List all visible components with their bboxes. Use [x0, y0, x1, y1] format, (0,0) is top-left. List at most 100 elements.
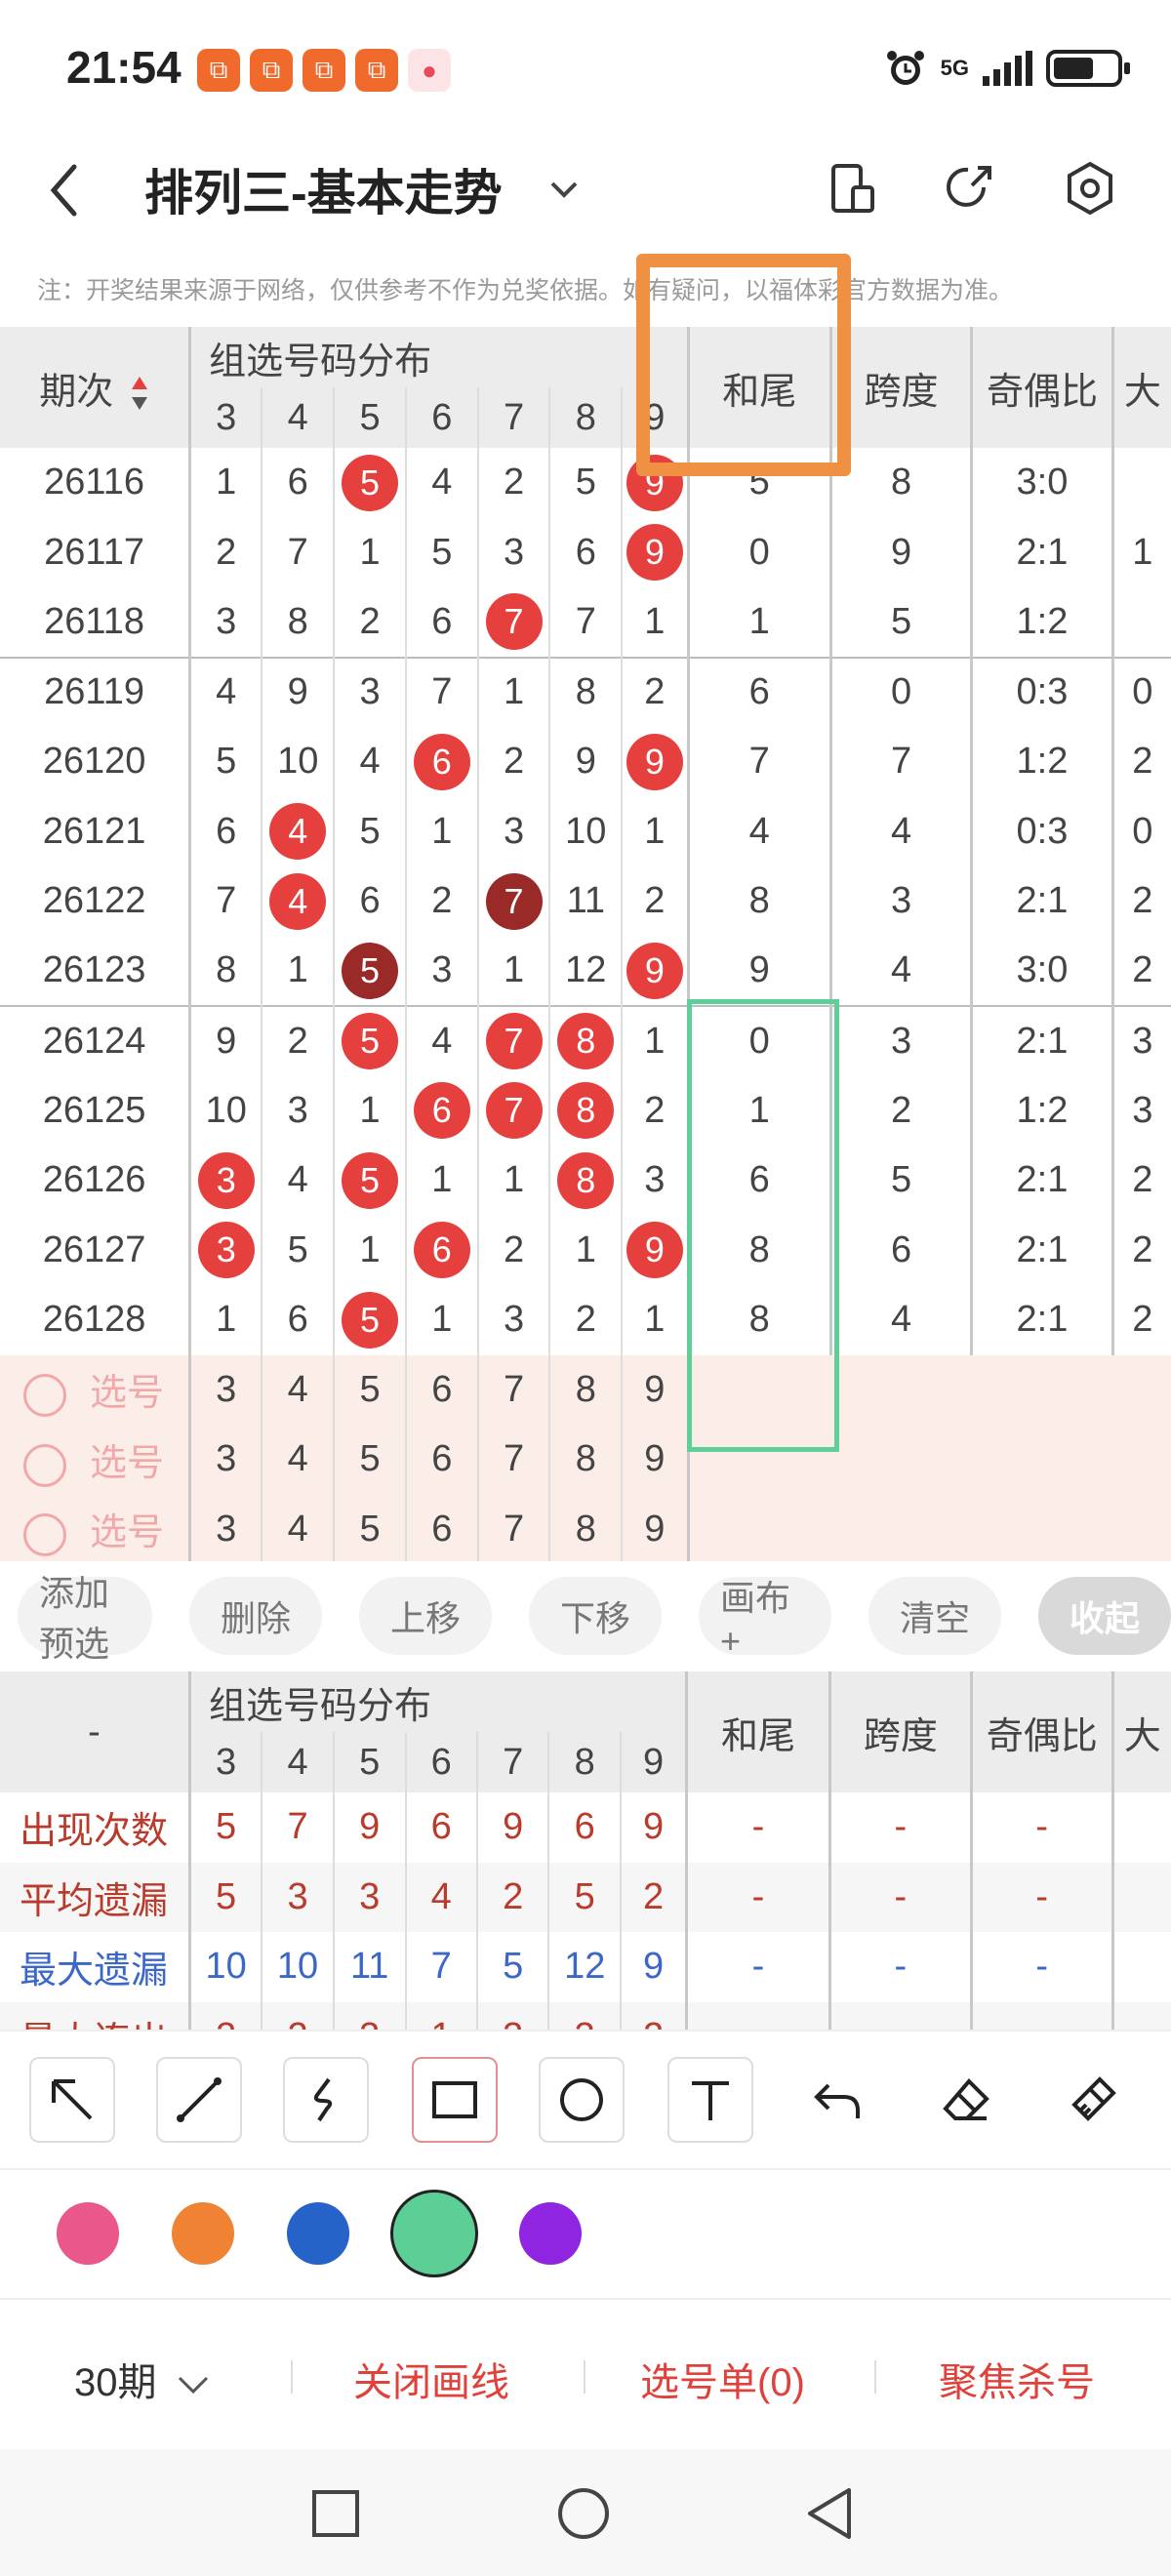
- pick-radio[interactable]: [23, 1443, 66, 1487]
- pick-radio[interactable]: [23, 1513, 66, 1557]
- miss-count: 6: [287, 462, 308, 503]
- pick-digit[interactable]: 7: [476, 1425, 550, 1495]
- page-title[interactable]: 排列三-基本走势: [144, 154, 503, 224]
- digit-cell: 9: [621, 727, 689, 797]
- pick-label: 选号: [90, 1512, 165, 1554]
- miss-count: 3: [644, 1159, 666, 1201]
- network-type: 5G: [940, 56, 969, 80]
- digit-header: 3: [188, 1732, 262, 1792]
- pick-digit[interactable]: 8: [548, 1425, 623, 1495]
- pick-cell[interactable]: 选号: [0, 1495, 190, 1562]
- color-orange-swatch[interactable]: [172, 2202, 234, 2265]
- clear-button[interactable]: 清空: [868, 1577, 1001, 1655]
- pick-digit[interactable]: 6: [404, 1425, 478, 1495]
- home-icon[interactable]: [556, 2486, 611, 2541]
- add-preselect-button[interactable]: 添加预选: [18, 1573, 152, 1664]
- pick-digit[interactable]: 5: [333, 1425, 406, 1495]
- digit-cell: 1: [404, 1285, 478, 1355]
- rectangle-tool-button[interactable]: [412, 2057, 498, 2143]
- pick-digit[interactable]: 3: [188, 1354, 262, 1425]
- undo-button[interactable]: [794, 2057, 880, 2143]
- digit-cell: 5: [333, 936, 406, 1006]
- pick-digit[interactable]: 4: [261, 1425, 335, 1495]
- digit-cell: 1: [621, 796, 689, 866]
- pick-digit[interactable]: 9: [621, 1354, 689, 1425]
- back-nav-icon[interactable]: [804, 2486, 855, 2541]
- pick-cell[interactable]: 选号: [0, 1355, 190, 1426]
- pick-digit[interactable]: 9: [621, 1425, 689, 1495]
- move-down-button[interactable]: 下移: [529, 1577, 662, 1655]
- app-notification-icon: ●: [408, 49, 451, 92]
- digit-cell: 6: [404, 1215, 478, 1285]
- digit-cell: 1: [621, 587, 689, 658]
- pick-digit[interactable]: 8: [548, 1354, 623, 1425]
- recent-apps-icon[interactable]: [310, 2488, 361, 2539]
- app-notification-icon: ⧉: [250, 49, 293, 92]
- pick-digit[interactable]: 5: [333, 1354, 406, 1425]
- pick-row[interactable]: 选号 3 4 5 6 7 8 9: [0, 1494, 1171, 1562]
- settings-button[interactable]: [1060, 158, 1120, 219]
- back-button[interactable]: [49, 158, 98, 222]
- screen-orientation-button[interactable]: [822, 158, 882, 219]
- circle-tool-button[interactable]: [539, 2057, 625, 2143]
- pick-cell[interactable]: 选号: [0, 1425, 190, 1495]
- drawn-rectangle-orange[interactable]: [636, 254, 851, 476]
- pick-digit[interactable]: 8: [548, 1494, 623, 1561]
- share-button[interactable]: [939, 158, 999, 219]
- pick-digit[interactable]: 9: [621, 1494, 689, 1561]
- text-tool-button[interactable]: [667, 2057, 753, 2143]
- drawn-rectangle-green[interactable]: [687, 999, 839, 1452]
- stats-value: 7: [261, 1792, 334, 1863]
- stats-row: 出现次数 5 7 9 6 9 6 9- - -: [0, 1792, 1171, 1863]
- freehand-tool-button[interactable]: [283, 2057, 369, 2143]
- jiou-cell: 0:3: [970, 656, 1113, 727]
- pick-digit[interactable]: 7: [476, 1354, 550, 1425]
- line-tool-button[interactable]: [156, 2057, 242, 2143]
- canvas-plus-button[interactable]: 画布+: [699, 1577, 831, 1661]
- pick-radio[interactable]: [23, 1374, 66, 1418]
- move-up-button[interactable]: 上移: [359, 1577, 492, 1655]
- kuadu-cell: 0: [828, 656, 972, 727]
- pick-list-button[interactable]: 选号单(0): [640, 2351, 805, 2407]
- color-pink-swatch[interactable]: [57, 2202, 119, 2265]
- brush-clear-button[interactable]: [1050, 2057, 1136, 2143]
- pick-row[interactable]: 选号 3 4 5 6 7 8 9: [0, 1425, 1171, 1495]
- hit-ball: 5: [342, 1151, 398, 1209]
- digit-cell: 5: [333, 1005, 406, 1076]
- eraser-button[interactable]: [923, 2057, 1009, 2143]
- color-green-swatch[interactable]: [390, 2190, 478, 2277]
- focus-kill-button[interactable]: 聚焦杀号: [939, 2351, 1095, 2407]
- pick-digit[interactable]: 6: [404, 1494, 478, 1561]
- pick-digit[interactable]: 3: [188, 1494, 262, 1561]
- pick-digit[interactable]: 4: [261, 1494, 335, 1561]
- stats-tail: -: [685, 1862, 830, 1932]
- arrow-pointer-icon: [52, 2079, 93, 2120]
- jiou-cell: 1:2: [970, 1075, 1113, 1146]
- digit-cell: 10: [548, 796, 623, 866]
- color-blue-swatch[interactable]: [287, 2202, 349, 2265]
- collapse-button[interactable]: 收起: [1038, 1577, 1171, 1655]
- title-dropdown-button[interactable]: [546, 164, 586, 213]
- select-tool-button[interactable]: [29, 2057, 115, 2143]
- stats-grid: - 组选号码分布 和尾 跨度 奇偶比 大 3456789 出现次数 5 7 9 6 9 6 9…: [0, 1671, 1171, 2034]
- hit-ball: 9: [626, 1222, 683, 1279]
- pick-digit[interactable]: 7: [476, 1494, 550, 1561]
- delete-button[interactable]: 删除: [189, 1577, 322, 1655]
- miss-count: 10: [277, 741, 319, 783]
- pick-digit[interactable]: 3: [188, 1425, 262, 1495]
- app-notification-icon: ⧉: [303, 49, 345, 92]
- pick-digit[interactable]: 4: [261, 1354, 335, 1425]
- pick-digit[interactable]: 6: [404, 1354, 478, 1425]
- pick-row[interactable]: 选号 3 4 5 6 7 8 9: [0, 1354, 1171, 1426]
- pick-digit[interactable]: 5: [333, 1494, 406, 1561]
- digit-cell: 7: [476, 1075, 550, 1146]
- miss-count: 9: [575, 741, 596, 783]
- period-select[interactable]: 30期: [74, 2351, 213, 2407]
- jiou-cell: 2:1: [970, 1146, 1113, 1216]
- undo-icon: [814, 2083, 860, 2118]
- close-draw-button[interactable]: 关闭画线: [353, 2351, 509, 2407]
- sort-icon[interactable]: [130, 375, 149, 412]
- period-header[interactable]: 期次: [0, 327, 190, 448]
- table-row: 26119 4 9 3 7 1 8 2 6 0 0:3 0: [0, 656, 1171, 727]
- color-purple-swatch[interactable]: [519, 2202, 582, 2265]
